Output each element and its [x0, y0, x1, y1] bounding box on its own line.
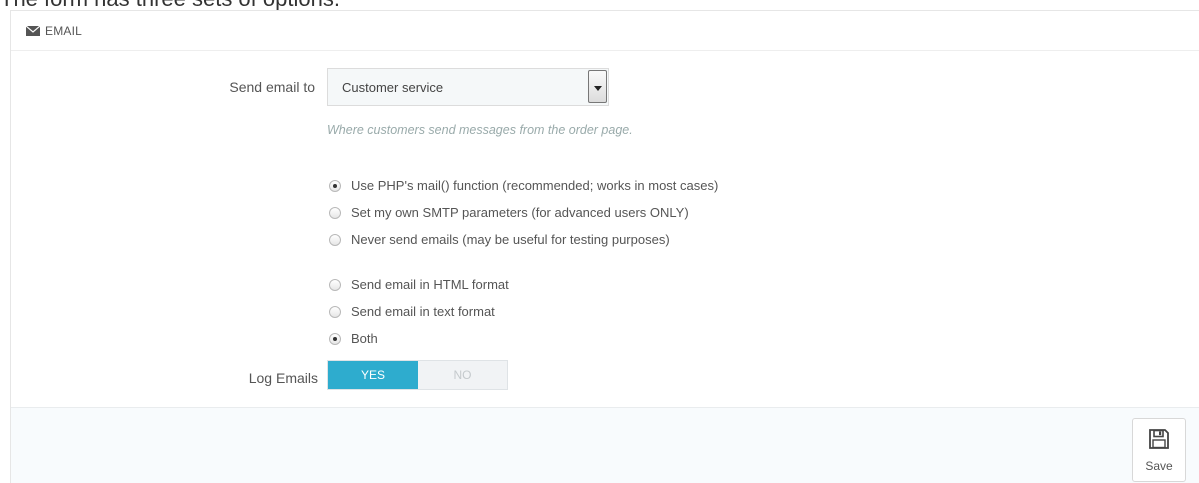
caret-down-icon	[593, 78, 602, 96]
dropdown-toggle-button[interactable]	[588, 70, 607, 103]
radio-label: Never send emails (may be useful for tes…	[351, 232, 670, 247]
radio-php-mail[interactable]: Use PHP's mail() function (recommended; …	[329, 178, 718, 193]
send-email-select[interactable]: Customer service	[327, 68, 609, 106]
log-emails-label: Log Emails	[248, 370, 318, 386]
radio-button[interactable]	[329, 305, 341, 318]
radio-text-format[interactable]: Send email in text format	[329, 304, 495, 319]
floppy-disk-icon	[1148, 428, 1170, 455]
panel-heading: EMAIL	[11, 11, 1199, 51]
radio-both-formats[interactable]: Both	[329, 331, 378, 346]
email-panel: EMAIL Send email to Customer service Whe…	[10, 10, 1199, 483]
send-email-hint: Where customers send messages from the o…	[327, 123, 633, 137]
radio-button[interactable]	[329, 233, 341, 246]
radio-never-send[interactable]: Never send emails (may be useful for tes…	[329, 232, 670, 247]
radio-label: Send email in HTML format	[351, 277, 509, 292]
radio-button-checked[interactable]	[329, 179, 341, 192]
save-button[interactable]: Save	[1132, 418, 1186, 482]
radio-button[interactable]	[329, 278, 341, 291]
envelope-icon	[26, 25, 40, 36]
radio-label: Send email in text format	[351, 304, 495, 319]
send-email-selected-value: Customer service	[342, 79, 444, 95]
radio-button-checked[interactable]	[329, 332, 341, 345]
send-email-label: Send email to	[229, 79, 315, 95]
panel-title: EMAIL	[45, 23, 83, 38]
toggle-yes-option[interactable]: YES	[328, 361, 418, 389]
radio-label: Use PHP's mail() function (recommended; …	[351, 178, 719, 193]
radio-label: Set my own SMTP parameters (for advanced…	[351, 205, 689, 220]
radio-smtp[interactable]: Set my own SMTP parameters (for advanced…	[329, 205, 689, 220]
radio-html-format[interactable]: Send email in HTML format	[329, 277, 509, 292]
radio-label: Both	[351, 331, 378, 346]
log-emails-toggle[interactable]: YES NO	[327, 360, 508, 390]
form-body: Send email to Customer service Where cus…	[11, 52, 1199, 406]
panel-footer: Save	[11, 407, 1199, 483]
save-button-label: Save	[1145, 458, 1173, 473]
toggle-no-option[interactable]: NO	[418, 361, 507, 389]
radio-button[interactable]	[329, 206, 341, 219]
